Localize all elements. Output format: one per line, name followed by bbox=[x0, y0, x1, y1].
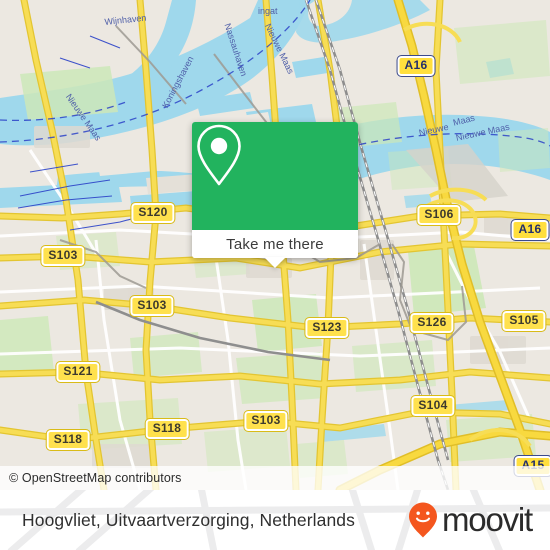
shield-s121: S121 bbox=[55, 361, 101, 383]
footer-bar: Hoogvliet, Uitvaartverzorging, Netherlan… bbox=[0, 490, 550, 550]
shield-s103-south: S103 bbox=[243, 410, 289, 432]
shield-s126: S126 bbox=[409, 312, 455, 334]
shield-s105: S105 bbox=[501, 310, 547, 332]
shield-s106: S106 bbox=[416, 204, 462, 226]
shield-a16-east: A16 bbox=[510, 219, 550, 241]
map-canvas[interactable]: A16 S120 S103 S106 A16 S103 S123 S126 S1… bbox=[0, 0, 550, 490]
callout-tail bbox=[264, 257, 286, 268]
shield-s118-west: S118 bbox=[45, 429, 91, 451]
map-pin-icon bbox=[197, 124, 241, 186]
shield-s120: S120 bbox=[130, 202, 176, 224]
moovit-wordmark: moovit bbox=[442, 501, 533, 538]
map-page: A16 S120 S103 S106 A16 S103 S123 S126 S1… bbox=[0, 0, 550, 550]
shield-s103-mid: S103 bbox=[129, 295, 175, 317]
callout-icon-area bbox=[192, 122, 358, 230]
moovit-pin-smiley-icon bbox=[409, 502, 437, 538]
attribution-text: © OpenStreetMap contributors bbox=[9, 471, 182, 485]
shield-s103-west: S103 bbox=[40, 245, 86, 267]
map-attribution: © OpenStreetMap contributors bbox=[0, 466, 550, 490]
shield-s104: S104 bbox=[410, 395, 456, 417]
take-me-there-label: Take me there bbox=[226, 235, 324, 253]
take-me-there-button[interactable]: Take me there bbox=[192, 230, 358, 258]
location-callout-card[interactable]: Take me there bbox=[192, 122, 358, 268]
page-title: Hoogvliet, Uitvaartverzorging, Netherlan… bbox=[22, 509, 355, 530]
shield-a16-north: A16 bbox=[396, 55, 436, 77]
shield-s118-mid: S118 bbox=[144, 418, 190, 440]
moovit-logo[interactable]: moovit bbox=[407, 501, 533, 539]
shield-s123: S123 bbox=[304, 317, 350, 339]
